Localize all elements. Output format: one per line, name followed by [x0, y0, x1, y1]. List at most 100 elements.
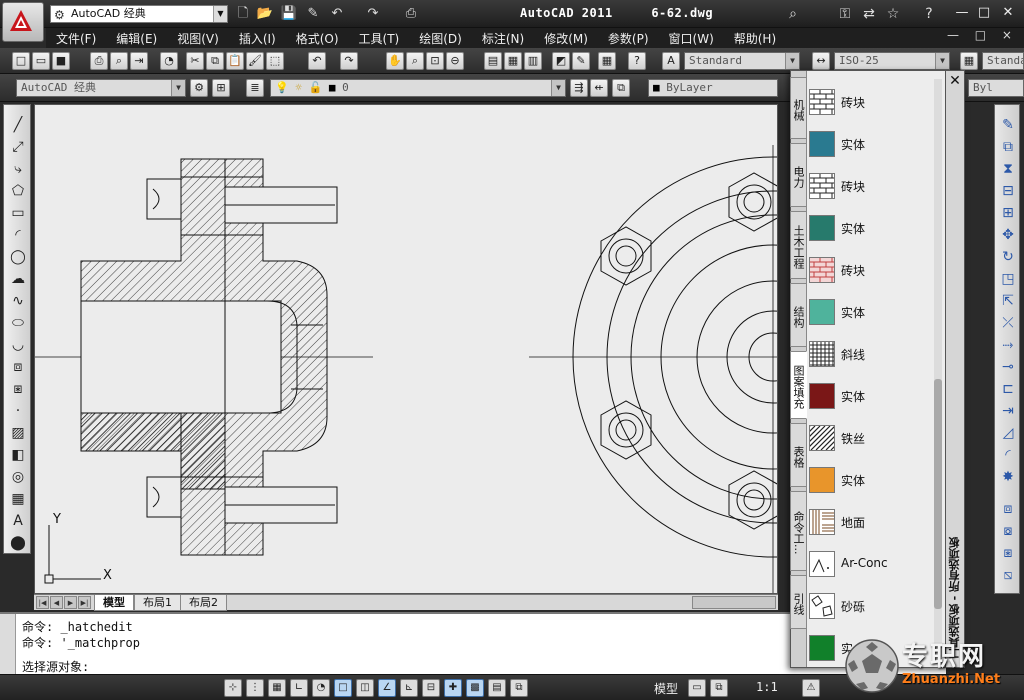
palette-item[interactable]: 实体 — [807, 375, 947, 417]
tool-palettes-icon[interactable]: ▥ — [524, 52, 542, 70]
maximize-button[interactable]: □ — [974, 4, 994, 22]
linetype-select[interactable]: Byl — [968, 79, 1024, 97]
hatch-icon[interactable]: ▨ — [8, 423, 28, 443]
array-icon[interactable]: ⊞ — [998, 203, 1018, 223]
ducs-icon[interactable]: ⊾ — [400, 679, 418, 697]
palette-item[interactable]: 实体 — [807, 291, 947, 333]
rotate-icon[interactable]: ↻ — [998, 247, 1018, 267]
help-icon[interactable]: ? — [920, 5, 938, 23]
command-prompt[interactable]: 选择源对象: — [22, 658, 89, 675]
break-icon[interactable]: ⊏ — [998, 379, 1018, 399]
make-current-layer-icon[interactable]: ⇶ — [570, 79, 588, 97]
open-icon[interactable]: ▭ — [32, 52, 50, 70]
join-icon[interactable]: ⇥ — [998, 401, 1018, 421]
horizontal-scrollbar[interactable] — [692, 596, 776, 609]
otrack-icon[interactable]: ∠ — [378, 679, 396, 697]
save-as-icon[interactable]: ✎ — [304, 5, 322, 23]
palette-item[interactable]: 砖块 — [807, 165, 947, 207]
layer-state-icon[interactable]: ⧉ — [612, 79, 630, 97]
application-menu-button[interactable] — [2, 2, 44, 42]
minimize-button[interactable]: — — [952, 4, 972, 22]
layer-properties-icon[interactable]: ≣ — [246, 79, 264, 97]
menu-file[interactable]: 文件(F) — [46, 30, 106, 47]
draworder-under-icon[interactable]: ⧅ — [998, 565, 1018, 585]
spline-icon[interactable]: ∿ — [8, 291, 28, 311]
draworder-front-icon[interactable]: ⧈ — [998, 499, 1018, 519]
plot-icon[interactable]: ⎙ — [90, 52, 108, 70]
menu-edit[interactable]: 编辑(E) — [106, 30, 167, 47]
tab-hatch[interactable]: 图案填充 — [790, 351, 807, 419]
ellipse-icon[interactable]: ⬭ — [8, 313, 28, 333]
workspace-dropdown[interactable]: ⚙ AutoCAD 经典 ▼ — [50, 5, 228, 23]
menu-view[interactable]: 视图(V) — [167, 30, 229, 47]
rectangle-icon[interactable]: ▭ — [8, 203, 28, 223]
tab-structural[interactable]: 结构 — [790, 283, 807, 347]
menu-help[interactable]: 帮助(H) — [724, 30, 786, 47]
ellipse-arc-icon[interactable]: ◡ — [8, 335, 28, 355]
region-icon[interactable]: ◎ — [8, 467, 28, 487]
tab-tables[interactable]: 表格 — [790, 423, 807, 487]
paste-icon[interactable]: 📋 — [226, 52, 244, 70]
star-icon[interactable]: ☆ — [884, 5, 902, 23]
menu-parametric[interactable]: 参数(P) — [598, 30, 659, 47]
gradient-icon[interactable]: ◧ — [8, 445, 28, 465]
palette-item[interactable]: 实体 — [807, 459, 947, 501]
explode-icon[interactable]: ✸ — [998, 467, 1018, 487]
palette-item[interactable]: 砂砾 — [807, 585, 947, 627]
text-style-select[interactable]: Standard ▼ — [684, 52, 800, 70]
break-point-icon[interactable]: ⊸ — [998, 357, 1018, 377]
close-icon[interactable]: ✕ — [948, 73, 962, 89]
layer-previous-icon[interactable]: ⇷ — [590, 79, 608, 97]
text-style-icon[interactable]: A — [662, 52, 680, 70]
construction-line-icon[interactable]: ⤢ — [8, 137, 28, 157]
tab-electrical[interactable]: 电力 — [790, 143, 807, 207]
zoom-previous-icon[interactable]: ⊖ — [446, 52, 464, 70]
open-folder-icon[interactable]: 📂 — [256, 5, 274, 23]
palette-item[interactable]: 实体 — [807, 123, 947, 165]
redo-tb-icon[interactable]: ↷ — [340, 52, 358, 70]
first-tab-icon[interactable]: |◀ — [36, 596, 49, 609]
osnap-icon[interactable]: □ — [334, 679, 352, 697]
workspace-icon[interactable]: ⊞ — [212, 79, 230, 97]
make-block-icon[interactable]: ⧆ — [8, 379, 28, 399]
palette-scroll-thumb[interactable] — [934, 379, 942, 609]
insert-block-icon[interactable]: ⧈ — [8, 357, 28, 377]
tab-layout2[interactable]: 布局2 — [180, 595, 227, 611]
polygon-icon[interactable]: ⬠ — [8, 181, 28, 201]
zoom-realtime-icon[interactable]: ⌕ — [406, 52, 424, 70]
new-file-icon[interactable]: 🗋 — [234, 5, 252, 23]
exchange-icon[interactable]: ⇄ — [860, 5, 878, 23]
3d-osnap-icon[interactable]: ◫ — [356, 679, 374, 697]
stretch-icon[interactable]: ⇱ — [998, 291, 1018, 311]
multiline-text-icon[interactable]: A — [8, 511, 28, 531]
drawing-canvas[interactable]: Y X — [34, 104, 778, 594]
line-icon[interactable]: ╱ — [8, 115, 28, 135]
quick-view-drawings-icon[interactable]: ⧉ — [710, 679, 728, 697]
ortho-icon[interactable]: ∟ — [290, 679, 308, 697]
command-window-grip[interactable] — [0, 614, 16, 674]
drawing-window-controls[interactable]: — □ × — [947, 28, 1018, 42]
extend-icon[interactable]: ⤑ — [998, 335, 1018, 355]
next-tab-icon[interactable]: ▶ — [64, 596, 77, 609]
grid-icon[interactable]: ▦ — [268, 679, 286, 697]
fillet-icon[interactable]: ◜ — [998, 445, 1018, 465]
quick-properties-icon[interactable]: ▤ — [488, 679, 506, 697]
dim-style-select[interactable]: ISO-25 ▼ — [834, 52, 950, 70]
tab-command-tools[interactable]: 命令工... — [790, 491, 807, 571]
chamfer-icon[interactable]: ◿ — [998, 423, 1018, 443]
palette-item[interactable]: 地面 — [807, 501, 947, 543]
transparency-icon[interactable]: ▩ — [466, 679, 484, 697]
help-tb-icon[interactable]: ? — [628, 52, 646, 70]
redo-icon[interactable]: ↷ — [364, 5, 382, 23]
save-tb-icon[interactable]: ■ — [52, 52, 70, 70]
tab-mechanical[interactable]: 机械 — [790, 77, 807, 139]
palette-item[interactable]: 砖块 — [807, 249, 947, 291]
tab-layout1[interactable]: 布局1 — [134, 595, 181, 611]
undo-icon[interactable]: ↶ — [328, 5, 346, 23]
block-editor-icon[interactable]: ⬚ — [266, 52, 284, 70]
menu-format[interactable]: 格式(O) — [286, 30, 349, 47]
match-properties-icon[interactable]: 🖌 — [246, 52, 264, 70]
move-icon[interactable]: ✥ — [998, 225, 1018, 245]
offset-icon[interactable]: ⊟ — [998, 181, 1018, 201]
revision-cloud-icon[interactable]: ☁ — [8, 269, 28, 289]
